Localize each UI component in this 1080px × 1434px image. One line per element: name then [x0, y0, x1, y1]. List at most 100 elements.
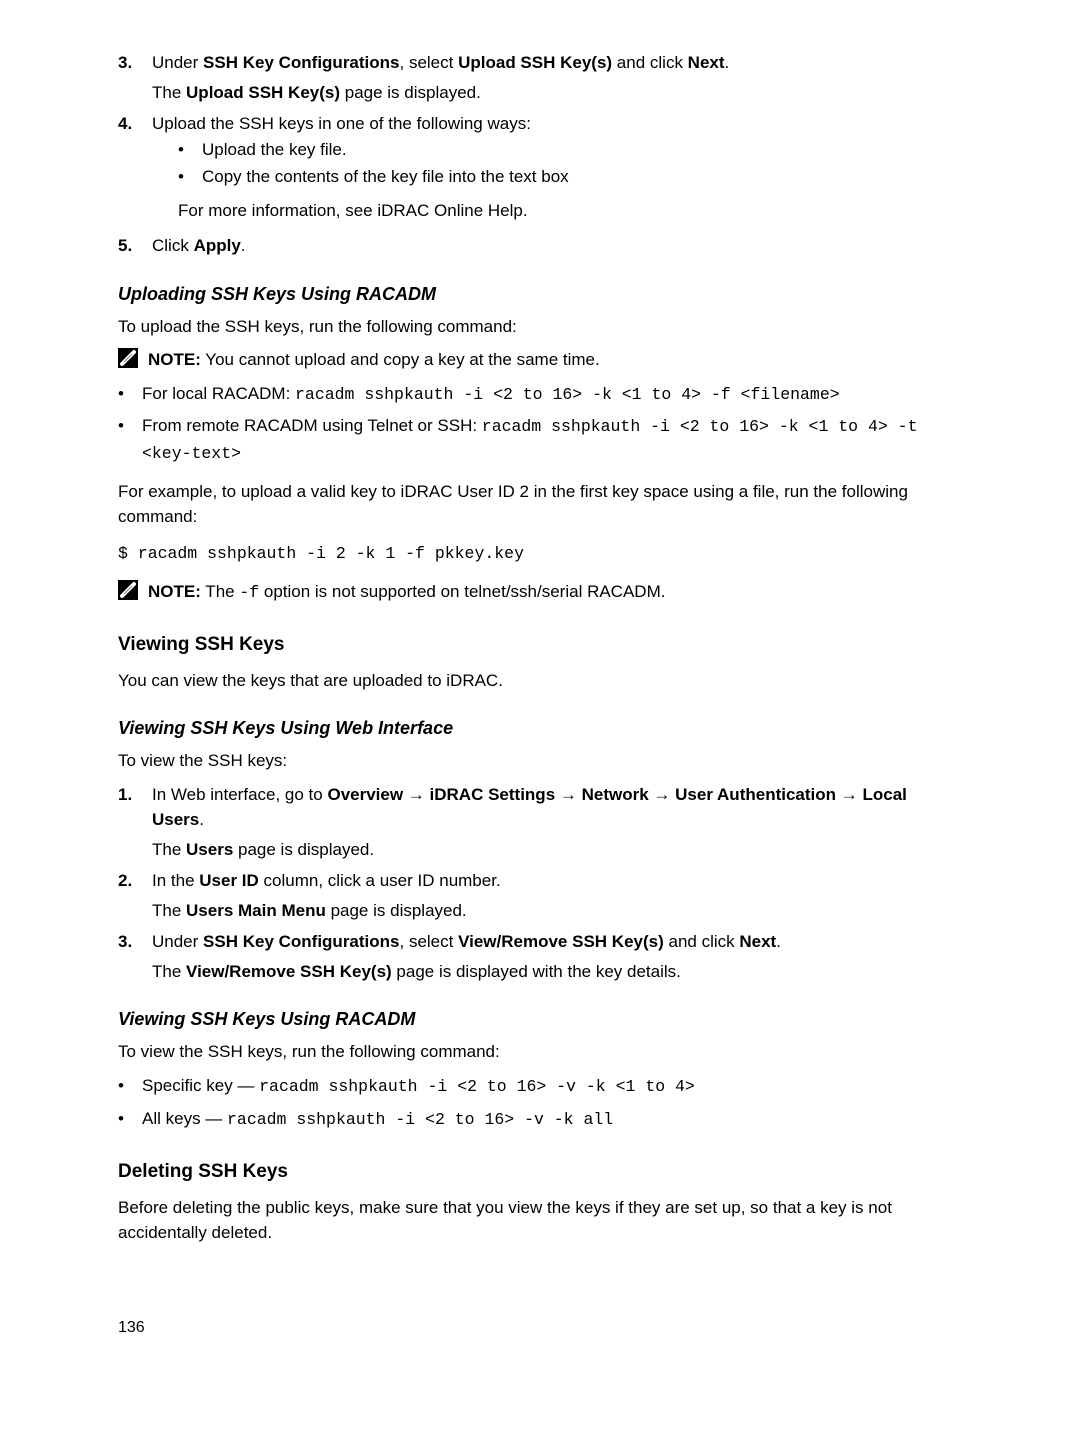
heading-uploading-racadm: Uploading SSH Keys Using RACADM — [118, 281, 962, 308]
view-step-3: 3. Under SSH Key Configurations, select … — [118, 929, 962, 984]
text: . — [241, 236, 246, 255]
note-text: NOTE: The -f option is not supported on … — [142, 579, 962, 606]
step-3-line-2: The Upload SSH Key(s) page is displayed. — [152, 80, 962, 106]
heading-viewing-web: Viewing SSH Keys Using Web Interface — [118, 715, 962, 742]
code-text: racadm sshpkauth -i <2 to 16> -v -k <1 t… — [259, 1077, 695, 1096]
body-text: To view the SSH keys: — [118, 748, 962, 774]
bold-text: Users Main Menu — [186, 901, 326, 920]
code-text: racadm sshpkauth -i <2 to 16> -k <1 to 4… — [295, 385, 840, 404]
bullet-icon: • — [118, 1106, 142, 1133]
text: , select — [400, 932, 459, 951]
text: The — [152, 901, 186, 920]
command-block: $ racadm sshpkauth -i 2 -k 1 -f pkkey.ke… — [118, 542, 962, 567]
text: The — [152, 83, 186, 102]
heading-viewing-keys: Viewing SSH Keys — [118, 631, 962, 660]
text: In Web interface, go to — [152, 785, 327, 804]
bullet-item: • All keys — racadm sshpkauth -i <2 to 1… — [118, 1106, 962, 1133]
bold-text: Apply — [194, 236, 241, 255]
text: Specific key — — [142, 1076, 259, 1095]
text: page is displayed. — [340, 83, 481, 102]
note-icon — [118, 579, 142, 600]
text: The — [201, 582, 239, 601]
step-4-after: For more information, see iDRAC Online H… — [178, 198, 962, 224]
step-line: The View/Remove SSH Key(s) page is displ… — [152, 959, 962, 985]
body-text: Before deleting the public keys, make su… — [118, 1195, 962, 1246]
bullet-text: Upload the key file. — [202, 137, 962, 163]
body-text: You can view the keys that are uploaded … — [118, 668, 962, 694]
step-4: 4. Upload the SSH keys in one of the fol… — [118, 111, 962, 227]
bold-text: Network — [582, 785, 649, 804]
note-text: NOTE: You cannot upload and copy a key a… — [142, 347, 962, 373]
step-body: In Web interface, go to Overview → iDRAC… — [152, 782, 962, 863]
text: page is displayed. — [326, 901, 467, 920]
bullet-text: Copy the contents of the key file into t… — [202, 164, 962, 190]
arrow-icon: → — [836, 785, 862, 804]
step-3-line-1: Under SSH Key Configurations, select Upl… — [152, 50, 962, 76]
step-line: The Users page is displayed. — [152, 837, 962, 863]
note-block: NOTE: The -f option is not supported on … — [118, 579, 962, 606]
text: Under — [152, 53, 203, 72]
code-text: racadm sshpkauth -i <2 to 16> -v -k all — [227, 1110, 613, 1129]
bullet-item: • From remote RACADM using Telnet or SSH… — [118, 413, 962, 467]
note-label: NOTE: — [148, 350, 201, 369]
bullet-text: Specific key — racadm sshpkauth -i <2 to… — [142, 1073, 962, 1100]
view-step-1: 1. In Web interface, go to Overview → iD… — [118, 782, 962, 863]
bold-text: View/Remove SSH Key(s) — [458, 932, 664, 951]
code-text: -f — [239, 583, 259, 602]
page-content: 3. Under SSH Key Configurations, select … — [0, 0, 1080, 1434]
step-body: Click Apply. — [152, 233, 962, 259]
text: page is displayed. — [233, 840, 374, 859]
step-line: In the User ID column, click a user ID n… — [152, 868, 962, 894]
arrow-icon: → — [555, 785, 581, 804]
bullet-text: For local RACADM: racadm sshpkauth -i <2… — [142, 381, 962, 408]
arrow-icon: → — [403, 785, 429, 804]
step-number: 3. — [118, 50, 152, 105]
heading-deleting-keys: Deleting SSH Keys — [118, 1158, 962, 1187]
text: , select — [400, 53, 459, 72]
arrow-icon: → — [649, 785, 675, 804]
page-number: 136 — [118, 1316, 962, 1340]
step-number: 3. — [118, 929, 152, 984]
bold-text: Upload SSH Key(s) — [186, 83, 340, 102]
text: All keys — — [142, 1109, 227, 1128]
text: The — [152, 962, 186, 981]
text: For local RACADM: — [142, 384, 295, 403]
bullet-item: • Copy the contents of the key file into… — [178, 164, 962, 190]
bold-text: Overview — [327, 785, 403, 804]
bullet-text: All keys — racadm sshpkauth -i <2 to 16>… — [142, 1106, 962, 1133]
text: From remote RACADM using Telnet or SSH: — [142, 416, 482, 435]
step-number: 5. — [118, 233, 152, 259]
note-label: NOTE: — [148, 582, 201, 601]
step-body: In the User ID column, click a user ID n… — [152, 868, 962, 923]
step-line: The Users Main Menu page is displayed. — [152, 898, 962, 924]
text: Click — [152, 236, 194, 255]
step-number: 4. — [118, 111, 152, 227]
step-4-intro: Upload the SSH keys in one of the follow… — [152, 111, 962, 137]
text: page is displayed with the key details. — [392, 962, 681, 981]
step-5: 5. Click Apply. — [118, 233, 962, 259]
bullet-icon: • — [118, 413, 142, 467]
bullet-icon: • — [118, 381, 142, 408]
bullet-icon: • — [118, 1073, 142, 1100]
step-body: Under SSH Key Configurations, select Upl… — [152, 50, 962, 105]
bold-text: SSH Key Configurations — [203, 932, 399, 951]
text: Under — [152, 932, 203, 951]
bold-text: SSH Key Configurations — [203, 53, 399, 72]
text: You cannot upload and copy a key at the … — [201, 350, 600, 369]
text: . — [725, 53, 730, 72]
text: and click — [664, 932, 740, 951]
body-text: For example, to upload a valid key to iD… — [118, 479, 962, 530]
text: column, click a user ID number. — [259, 871, 501, 890]
view-step-2: 2. In the User ID column, click a user I… — [118, 868, 962, 923]
step-body: Upload the SSH keys in one of the follow… — [152, 111, 962, 227]
step-3: 3. Under SSH Key Configurations, select … — [118, 50, 962, 105]
bold-text: Next — [739, 932, 776, 951]
bold-text: Users — [186, 840, 233, 859]
body-text: To upload the SSH keys, run the followin… — [118, 314, 962, 340]
bullet-icon: • — [178, 137, 202, 163]
heading-viewing-racadm: Viewing SSH Keys Using RACADM — [118, 1006, 962, 1033]
body-text: To view the SSH keys, run the following … — [118, 1039, 962, 1065]
bold-text: Upload SSH Key(s) — [458, 53, 612, 72]
bold-text: User ID — [199, 871, 259, 890]
step-body: Under SSH Key Configurations, select Vie… — [152, 929, 962, 984]
